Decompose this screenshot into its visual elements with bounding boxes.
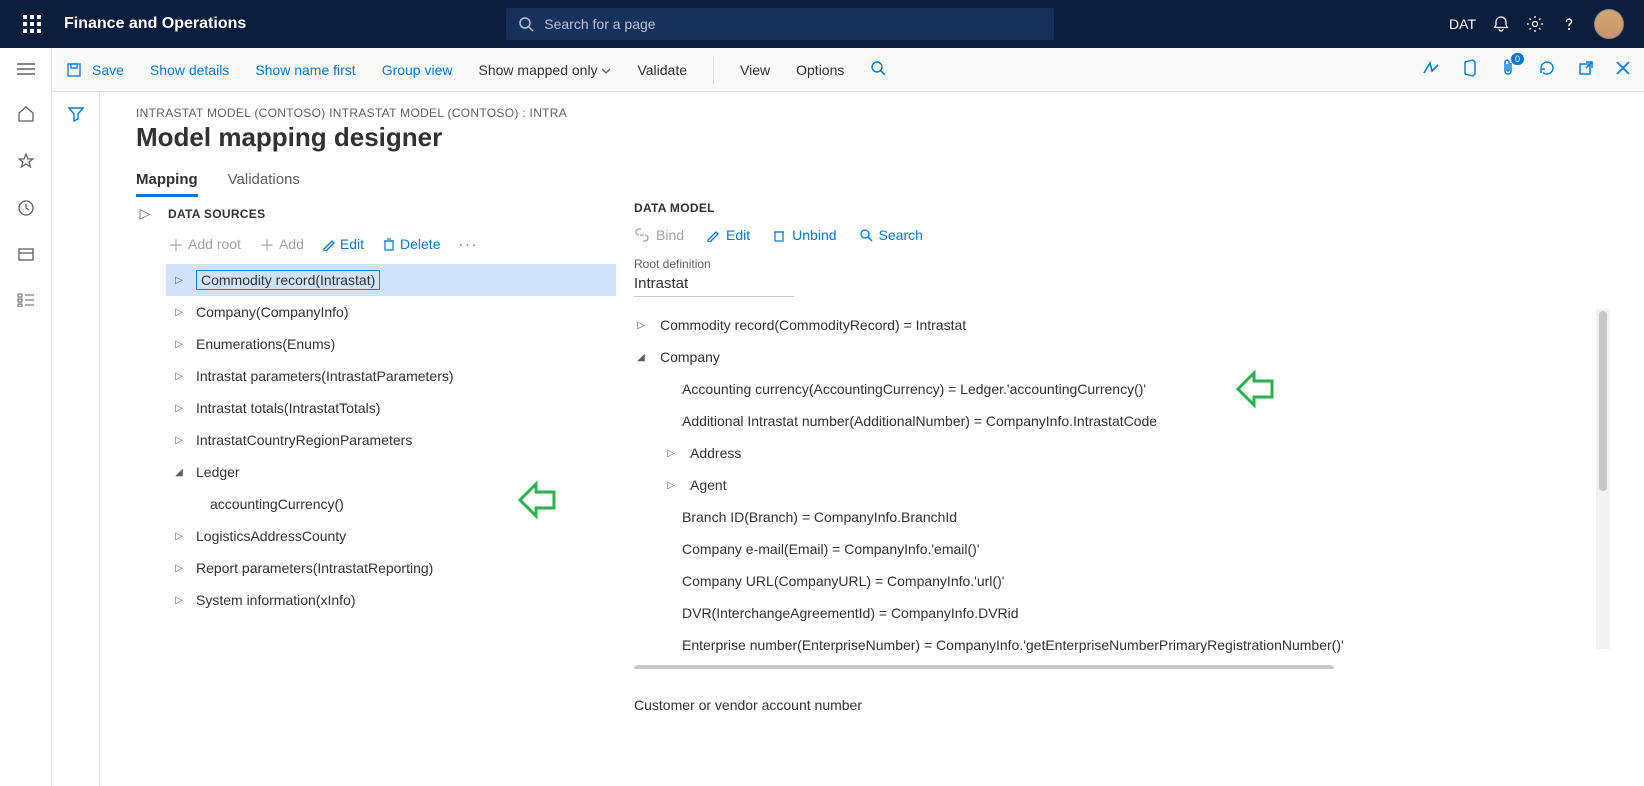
tab-mapping[interactable]: Mapping <box>136 171 198 197</box>
ds-node-logistics[interactable]: ▷LogisticsAddressCounty <box>166 520 616 552</box>
action-bar: Save Show details Show name first Group … <box>52 48 1644 92</box>
dm-node-agent[interactable]: ▷Agent <box>664 469 1614 501</box>
page-title: Model mapping designer <box>136 122 1644 153</box>
ds-node-ledger-child[interactable]: accountingCurrency() <box>166 488 616 520</box>
dm-node-url[interactable]: Company URL(CompanyURL) = CompanyInfo.'u… <box>682 565 1614 597</box>
view-menu[interactable]: View <box>740 62 770 78</box>
left-nav-rail <box>0 48 52 786</box>
unbind-button[interactable]: Unbind <box>772 227 836 243</box>
dm-node-branch[interactable]: Branch ID(Branch) = CompanyInfo.BranchId <box>682 501 1614 533</box>
filter-column <box>52 92 100 786</box>
dm-node-addintra[interactable]: Additional Intrastat number(AdditionalNu… <box>682 405 1614 437</box>
app-title: Finance and Operations <box>64 15 246 33</box>
hamburger-icon[interactable] <box>17 62 35 79</box>
ds-node-enums[interactable]: ▷Enumerations(Enums) <box>166 328 616 360</box>
dm-node-company[interactable]: ◢Company <box>634 341 1614 373</box>
refresh-icon[interactable] <box>1538 59 1556 80</box>
home-icon[interactable] <box>17 105 35 126</box>
dm-node-acctcur[interactable]: Accounting currency(AccountingCurrency) … <box>682 373 1614 405</box>
dm-search-button[interactable]: Search <box>859 227 923 243</box>
ds-node-country[interactable]: ▷IntrastatCountryRegionParameters <box>166 424 616 456</box>
waffle-icon[interactable] <box>8 15 56 33</box>
ds-node-params[interactable]: ▷Intrastat parameters(IntrastatParameter… <box>166 360 616 392</box>
show-name-first-button[interactable]: Show name first <box>255 62 355 78</box>
close-icon[interactable] <box>1616 61 1630 78</box>
office-icon[interactable] <box>1462 59 1478 80</box>
delete-button[interactable]: Delete <box>382 236 440 252</box>
search-action-icon[interactable] <box>870 60 886 79</box>
star-icon[interactable] <box>17 152 35 173</box>
breadcrumb: INTRASTAT MODEL (CONTOSO) INTRASTAT MODE… <box>136 106 1644 120</box>
v-scrollbar[interactable] <box>1596 309 1610 649</box>
bell-icon[interactable] <box>1492 15 1510 33</box>
more-icon[interactable]: ··· <box>458 236 478 252</box>
options-menu[interactable]: Options <box>796 62 844 78</box>
ds-node-ledger[interactable]: ◢Ledger <box>166 456 616 488</box>
dm-node-address[interactable]: ▷Address <box>664 437 1614 469</box>
ds-node-company[interactable]: ▷Company(CompanyInfo) <box>166 296 616 328</box>
dm-edit-button[interactable]: Edit <box>706 227 750 243</box>
dm-node-dvr[interactable]: DVR(InterchangeAgreementId) = CompanyInf… <box>682 597 1614 629</box>
modules-icon[interactable] <box>17 293 35 310</box>
top-bar: Finance and Operations Search for a page… <box>0 0 1644 48</box>
attachments-icon[interactable]: 0 <box>1500 59 1516 80</box>
show-mapped-dropdown[interactable]: Show mapped only <box>479 62 612 78</box>
ds-node-totals[interactable]: ▷Intrastat totals(IntrastatTotals) <box>166 392 616 424</box>
tab-validations[interactable]: Validations <box>228 171 300 197</box>
add-root-button[interactable]: ＋Add root <box>168 232 241 256</box>
edit-button[interactable]: Edit <box>322 236 364 252</box>
ds-node-sysinfo[interactable]: ▷System information(xInfo) <box>166 584 616 616</box>
flow-icon[interactable] <box>1422 61 1440 78</box>
workspace-icon[interactable] <box>17 246 35 267</box>
add-button[interactable]: ＋Add <box>259 232 304 256</box>
dm-node-commodity[interactable]: ▷Commodity record(CommodityRecord) = Int… <box>634 309 1614 341</box>
filter-icon[interactable] <box>67 106 85 786</box>
search-placeholder: Search for a page <box>544 16 655 32</box>
ds-node-commodity[interactable]: ▷Commodity record(Intrastat) <box>166 264 616 296</box>
popout-icon[interactable] <box>1578 60 1594 79</box>
history-icon[interactable] <box>17 199 35 220</box>
avatar[interactable] <box>1594 9 1624 39</box>
ds-node-report[interactable]: ▷Report parameters(IntrastatReporting) <box>166 552 616 584</box>
help-icon[interactable] <box>1560 15 1578 33</box>
dm-node-ent[interactable]: Enterprise number(EnterpriseNumber) = Co… <box>682 629 1614 661</box>
ds-heading: DATA SOURCES <box>168 207 265 221</box>
global-search[interactable]: Search for a page <box>506 8 1054 40</box>
company-picker[interactable]: DAT <box>1449 16 1476 32</box>
save-button[interactable]: Save <box>66 62 124 78</box>
root-def-label: Root definition <box>634 257 1614 271</box>
dm-heading: DATA MODEL <box>634 201 1614 215</box>
footnote: Customer or vendor account number <box>634 697 1614 713</box>
dm-node-email[interactable]: Company e-mail(Email) = CompanyInfo.'ema… <box>682 533 1614 565</box>
h-scrollbar[interactable] <box>634 665 1334 669</box>
search-icon <box>518 16 534 32</box>
show-details-button[interactable]: Show details <box>150 62 229 78</box>
gear-icon[interactable] <box>1526 15 1544 33</box>
validate-button[interactable]: Validate <box>637 62 687 78</box>
group-view-button[interactable]: Group view <box>382 62 453 78</box>
bind-button[interactable]: Bind <box>634 227 684 243</box>
ds-collapse-icon[interactable]: ▷ <box>136 205 154 222</box>
root-def-value[interactable]: Intrastat <box>634 275 794 297</box>
